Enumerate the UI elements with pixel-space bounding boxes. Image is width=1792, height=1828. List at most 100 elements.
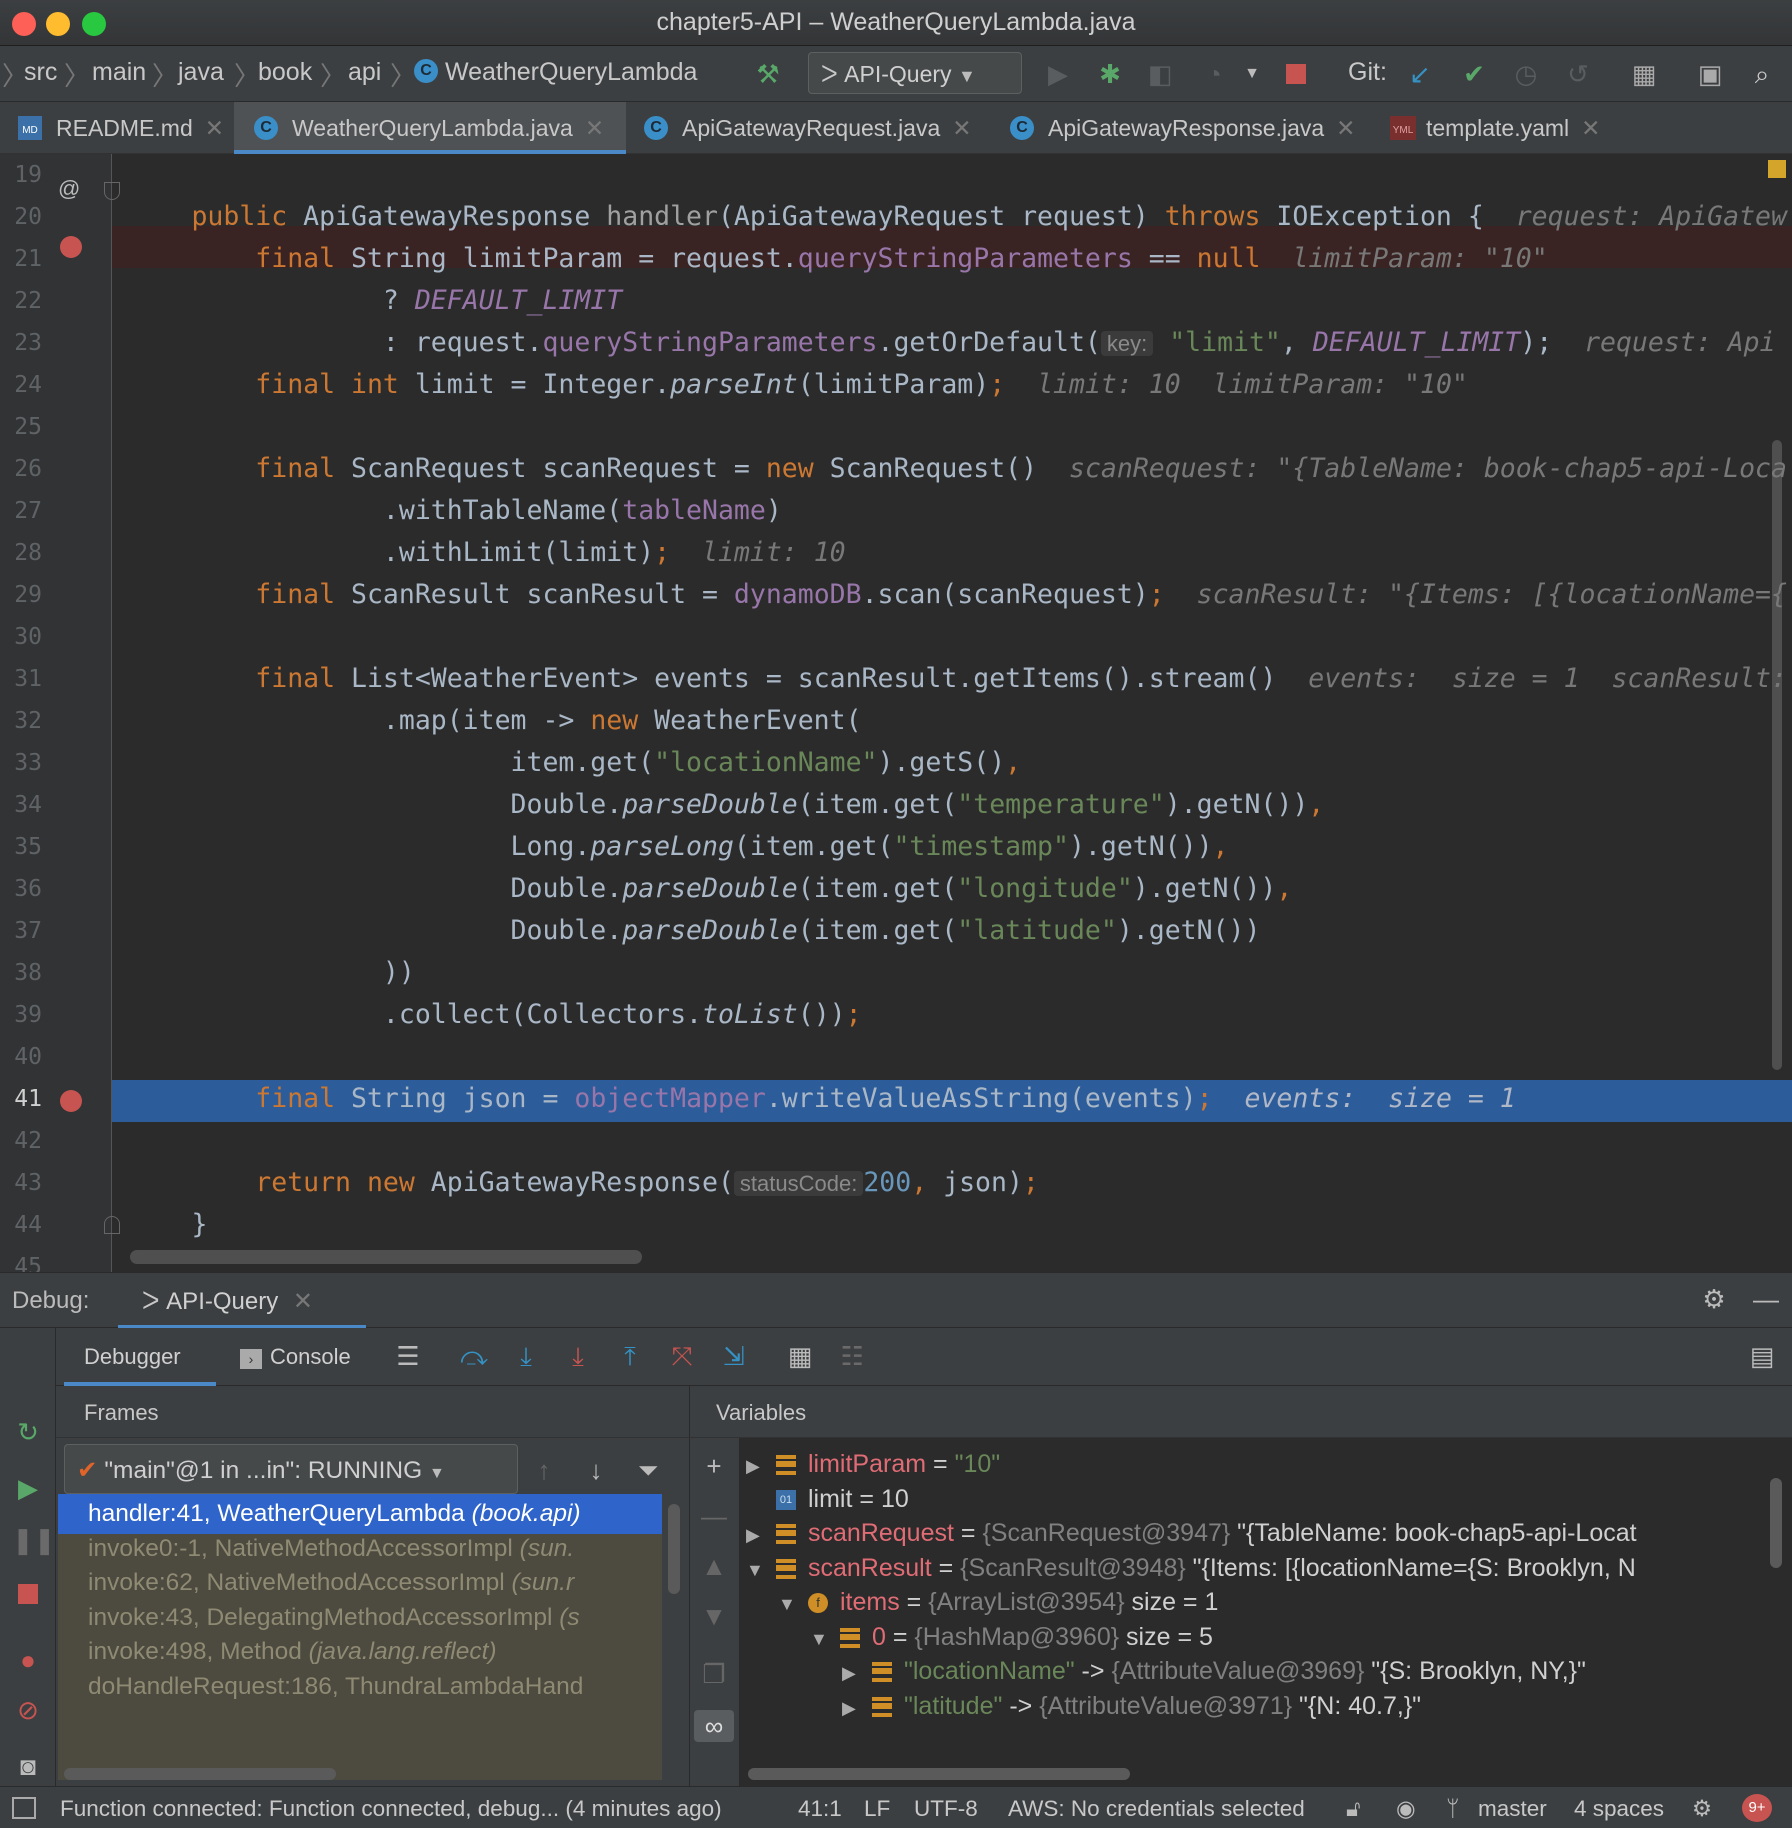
- debug-session-label: API-Query: [166, 1288, 279, 1315]
- file-encoding[interactable]: UTF-8: [914, 1796, 978, 1822]
- breadcrumb-class[interactable]: C WeatherQueryLambda: [414, 58, 697, 87]
- tab-template-yaml[interactable]: YML template.yaml ✕: [1372, 102, 1632, 154]
- variables-vertical-scrollbar[interactable]: [1770, 1478, 1782, 1568]
- arrow-up-icon[interactable]: ↑: [528, 1454, 560, 1486]
- line-separator[interactable]: LF: [864, 1796, 890, 1822]
- inline-debug-value: scanRequest: "{TableName: book-chap5-api…: [1069, 453, 1787, 484]
- close-tab-icon[interactable]: ✕: [205, 115, 224, 141]
- expand-down-icon[interactable]: ▼: [810, 1619, 840, 1657]
- step-out-icon[interactable]: ⤒: [614, 1340, 646, 1372]
- menu-lines-icon[interactable]: ☰: [392, 1340, 424, 1372]
- breadcrumb-java[interactable]: java: [178, 58, 224, 87]
- variable-value: size = 5: [1119, 1622, 1213, 1651]
- trace-icon[interactable]: ☷: [836, 1340, 868, 1372]
- indent-setting[interactable]: 4 spaces: [1574, 1796, 1664, 1822]
- variable-name: 0: [872, 1622, 886, 1651]
- close-tab-icon[interactable]: ✕: [1581, 115, 1600, 141]
- tab-console[interactable]: › Console: [240, 1328, 380, 1386]
- rerun-icon[interactable]: ↻: [12, 1416, 44, 1448]
- git-history-clock-icon[interactable]: ◷: [1510, 58, 1542, 90]
- layout-icon[interactable]: ▤: [1746, 1340, 1778, 1372]
- git-commit-check-icon[interactable]: ✔: [1458, 58, 1490, 90]
- caret-position[interactable]: 41:1: [798, 1796, 842, 1822]
- camera-icon[interactable]: ◙: [12, 1750, 44, 1782]
- breadcrumb-src[interactable]: src: [24, 58, 57, 87]
- debug-bug-icon[interactable]: ✱: [1094, 58, 1126, 90]
- git-label: Git:: [1348, 58, 1387, 86]
- move-up-icon[interactable]: ▲: [698, 1550, 730, 1582]
- stop-icon[interactable]: [1280, 58, 1312, 90]
- copy-icon[interactable]: ❐: [698, 1658, 730, 1690]
- run-configuration-select[interactable]: ᐳ API-Query ▼: [808, 52, 1022, 94]
- variable-row[interactable]: ▶ "latitude" -> {AttributeValue@3971} "{N…: [842, 1686, 1421, 1726]
- resume-icon[interactable]: ▶: [12, 1472, 44, 1504]
- close-tab-icon[interactable]: ✕: [952, 115, 971, 141]
- remove-watch-icon[interactable]: —: [698, 1500, 730, 1532]
- expand-right-icon[interactable]: ▶: [842, 1688, 872, 1726]
- build-hammer-icon[interactable]: ⚒: [752, 58, 784, 90]
- primitive-icon: 01: [776, 1489, 796, 1510]
- status-message[interactable]: Function connected: Function connected, …: [60, 1796, 722, 1822]
- evaluate-expression-icon[interactable]: ▦: [784, 1340, 816, 1372]
- close-tab-icon[interactable]: ✕: [293, 1288, 313, 1315]
- editor-horizontal-scrollbar[interactable]: [130, 1250, 642, 1264]
- tab-apigatewayresponse[interactable]: C ApiGatewayResponse.java ✕: [994, 102, 1370, 154]
- tab-readme[interactable]: MD README.md ✕: [0, 102, 232, 154]
- search-icon[interactable]: ⌕: [1746, 58, 1778, 90]
- coverage-icon[interactable]: ◧: [1144, 58, 1176, 90]
- step-into-icon[interactable]: ⤓: [510, 1340, 542, 1372]
- git-update-icon[interactable]: ↙: [1404, 58, 1436, 90]
- glasses-watch-icon[interactable]: ∞: [694, 1710, 734, 1742]
- thread-select[interactable]: ✔ "main"@1 in ...in": RUNNING ▼: [64, 1444, 518, 1494]
- expand-down-icon[interactable]: ▼: [746, 1550, 776, 1588]
- step-over-icon[interactable]: ⤼: [458, 1340, 490, 1372]
- run-anything-icon[interactable]: ▣: [1694, 58, 1726, 90]
- filter-icon[interactable]: ⏷: [632, 1454, 664, 1486]
- code-editor[interactable]: 19 20 21 22 23 24 25 26 27 28 29 30 31 32 33 34 35 36 37 38…: [0, 154, 1792, 1272]
- inspector-icon[interactable]: ◉: [1396, 1796, 1416, 1822]
- pause-icon[interactable]: ❚❚: [12, 1524, 56, 1556]
- frames-horizontal-scrollbar[interactable]: [64, 1768, 336, 1780]
- variables-horizontal-scrollbar[interactable]: [748, 1768, 1130, 1780]
- expand-down-icon[interactable]: ▼: [778, 1584, 808, 1622]
- tab-debugger[interactable]: Debugger: [64, 1328, 216, 1386]
- project-structure-icon[interactable]: ▦: [1628, 58, 1660, 90]
- frames-vertical-scrollbar[interactable]: [668, 1504, 680, 1594]
- gear-icon[interactable]: ⚙: [1698, 1283, 1730, 1315]
- tab-weatherquerylambda[interactable]: C WeatherQueryLambda.java ✕: [234, 102, 626, 154]
- profile-icon[interactable]: ◔: [1198, 58, 1230, 90]
- yaml-icon: YML: [1390, 115, 1416, 140]
- event-log-icon[interactable]: ⚙: [1692, 1796, 1712, 1822]
- hide-panel-icon[interactable]: —: [1750, 1283, 1782, 1315]
- close-tab-icon[interactable]: ✕: [585, 115, 604, 141]
- run-to-cursor-icon[interactable]: ⇲: [718, 1340, 750, 1372]
- breadcrumb-main[interactable]: main: [92, 58, 146, 87]
- tab-apigatewayrequest[interactable]: C ApiGatewayRequest.java ✕: [628, 102, 992, 154]
- run-icon[interactable]: ▶: [1042, 58, 1074, 90]
- breadcrumb-api[interactable]: api: [348, 58, 381, 87]
- arrow-down-icon[interactable]: ↓: [580, 1454, 612, 1486]
- drop-frame-icon[interactable]: ⤧: [666, 1340, 698, 1372]
- mute-breakpoints-icon[interactable]: ⊘: [12, 1694, 44, 1726]
- frame-package: (sun.: [519, 1534, 575, 1562]
- force-step-into-icon[interactable]: ⤓: [562, 1340, 594, 1372]
- stack-frame[interactable]: doHandleRequest:186, ThundraLambdaHand: [58, 1667, 662, 1707]
- view-breakpoints-icon[interactable]: ●: [12, 1644, 44, 1676]
- chevron-down-icon[interactable]: ▼: [1236, 58, 1268, 90]
- markdown-icon: MD: [18, 115, 42, 140]
- breadcrumb-book[interactable]: book: [258, 58, 312, 87]
- stop-icon[interactable]: [12, 1578, 44, 1610]
- close-tab-icon[interactable]: ✕: [1336, 115, 1355, 141]
- variable-value: "{Items: [{locationName={S: Brooklyn, N: [1185, 1553, 1636, 1582]
- variable-operator: =: [926, 1450, 955, 1478]
- git-branch[interactable]: master: [1478, 1796, 1547, 1822]
- lock-icon[interactable]: 🔓︎: [1346, 1796, 1361, 1822]
- move-down-icon[interactable]: ▼: [698, 1600, 730, 1632]
- line-number[interactable]: 45: [0, 1254, 42, 1272]
- debug-session-tab[interactable]: ᐳ API-Query ✕: [118, 1273, 366, 1329]
- add-watch-icon[interactable]: +: [698, 1450, 730, 1482]
- notifications-badge[interactable]: 9+: [1742, 1794, 1772, 1822]
- git-rollback-icon[interactable]: ↺: [1562, 58, 1594, 90]
- aws-credentials[interactable]: AWS: No credentials selected: [1008, 1796, 1305, 1822]
- tool-windows-icon[interactable]: [12, 1797, 36, 1819]
